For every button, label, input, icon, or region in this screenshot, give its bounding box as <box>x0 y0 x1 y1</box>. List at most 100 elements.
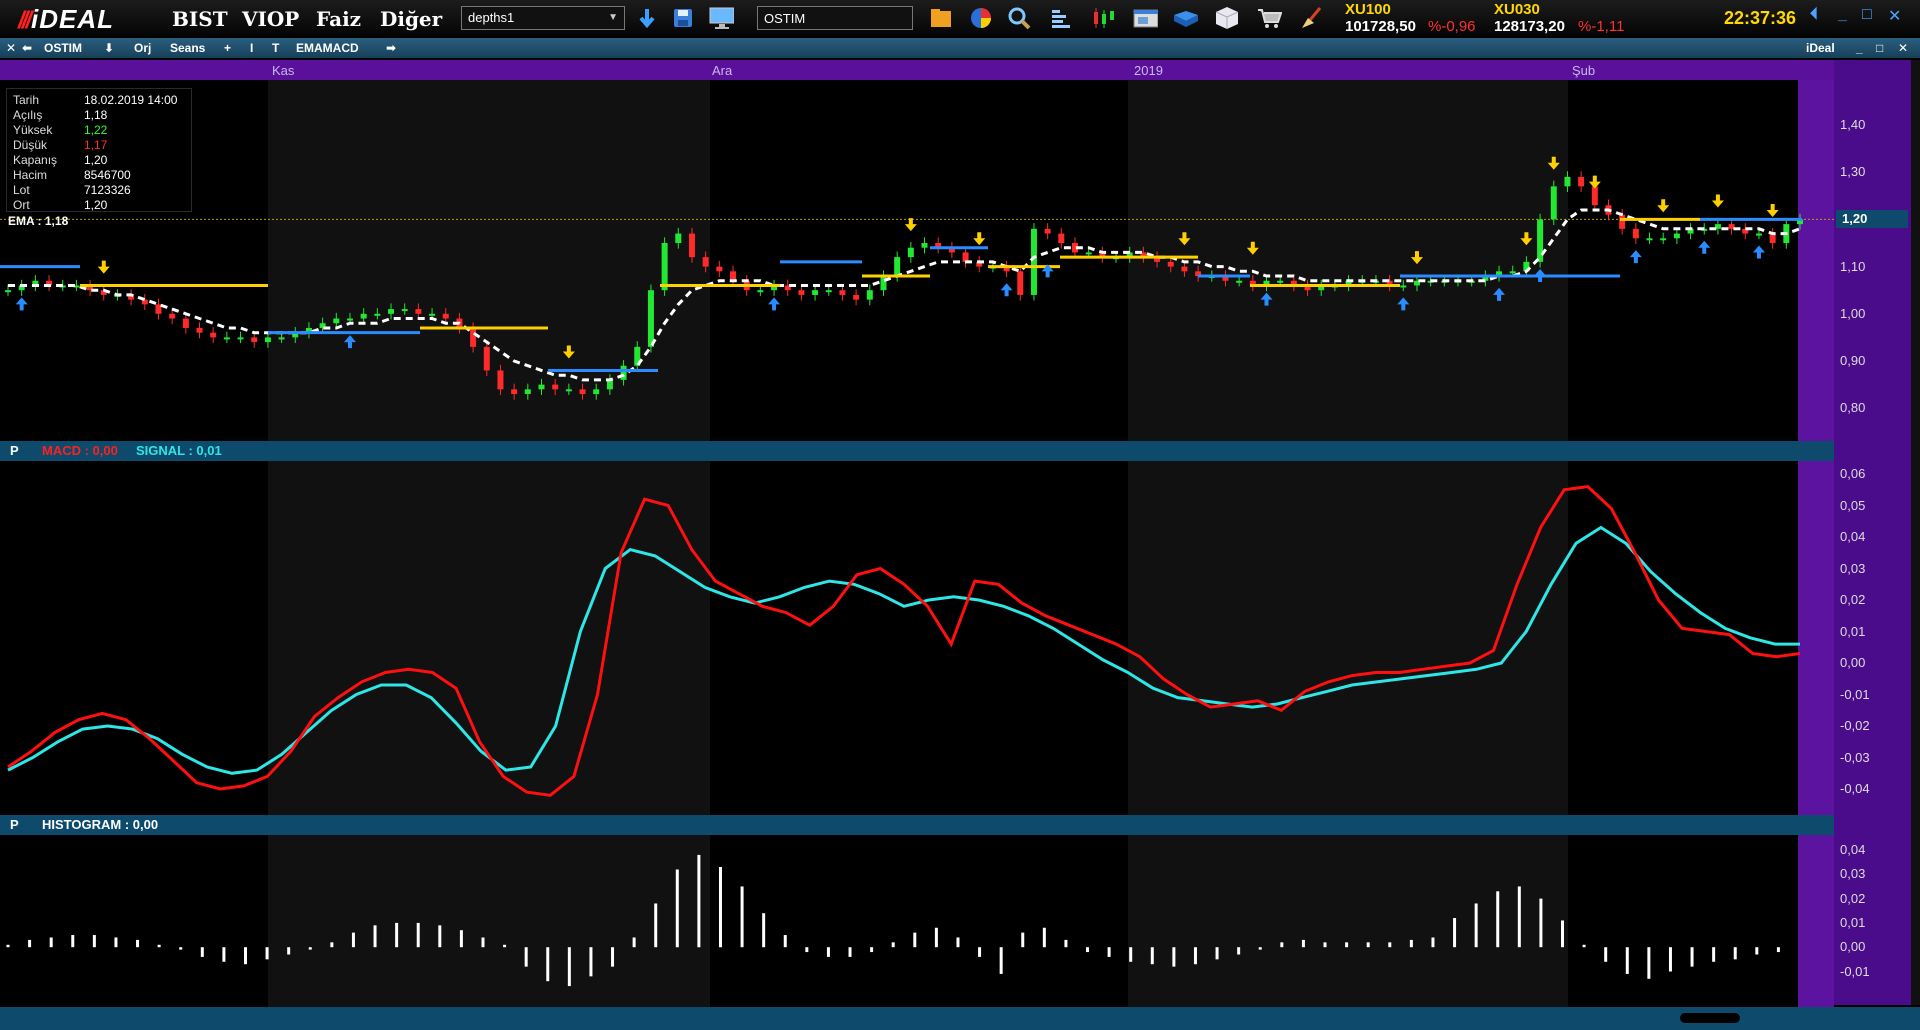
info-value: 1,18 <box>84 108 108 122</box>
candle-body <box>1632 228 1639 239</box>
candle-body <box>1017 271 1024 295</box>
buy-arrow-icon <box>1629 250 1642 264</box>
hist-tick-label: -0,01 <box>1840 963 1870 979</box>
info-key: Kapanış <box>13 153 58 167</box>
candle-body <box>798 290 805 295</box>
candle-body <box>1085 252 1092 255</box>
macd-tick-label: -0,03 <box>1840 749 1870 765</box>
candle-body <box>1400 285 1407 288</box>
candle-body <box>223 337 230 340</box>
hist-tick-label: 0,00 <box>1840 939 1866 955</box>
macd-tick-label: 0,01 <box>1840 623 1866 639</box>
macd-tick-label: 0,00 <box>1840 655 1866 670</box>
info-key: Ort <box>13 198 30 212</box>
candle-body <box>757 290 764 293</box>
candle-body <box>196 327 203 333</box>
buy-arrow-icon <box>15 297 28 311</box>
candle-body <box>921 243 928 248</box>
candle-body <box>401 309 408 312</box>
candle-body <box>278 337 285 340</box>
candle-body <box>620 365 627 380</box>
candle-body <box>346 318 353 321</box>
price-tick-label: 1,30 <box>1840 164 1866 180</box>
buy-arrow-icon <box>1752 245 1765 259</box>
candle-body <box>825 290 832 293</box>
macd-tick-label: 0,03 <box>1840 560 1866 576</box>
info-value: 1,20 <box>84 153 108 167</box>
hist-tick-label: 0,04 <box>1840 842 1866 857</box>
sell-arrow-icon <box>1711 194 1724 208</box>
price-tick-label: 1,10 <box>1840 258 1866 274</box>
candle-body <box>688 233 695 258</box>
price-tick-label: 0,80 <box>1840 400 1866 416</box>
candle-body <box>552 384 559 390</box>
candle-body <box>1673 233 1680 239</box>
price-tick-label: 1,40 <box>1840 117 1866 132</box>
candle-body <box>579 389 586 395</box>
info-key: Lot <box>13 183 30 197</box>
candle-body <box>511 389 518 395</box>
macd-tick-label: -0,01 <box>1840 686 1870 702</box>
info-key: Yüksek <box>13 123 53 137</box>
ema-label: EMA : 1,18 <box>8 214 69 228</box>
sell-arrow-icon <box>904 218 917 232</box>
candle-body <box>429 313 436 316</box>
current-price-badge: 1,20 <box>1836 210 1908 229</box>
info-value: 1,20 <box>84 198 108 212</box>
sell-arrow-icon <box>97 260 110 274</box>
candle-body <box>442 313 449 319</box>
info-value: 1,22 <box>84 123 108 137</box>
sell-arrow-icon <box>1766 203 1779 217</box>
info-value: 8546700 <box>84 168 131 182</box>
candle-body <box>702 257 709 267</box>
macd-tick-label: 0,06 <box>1840 466 1866 481</box>
info-row: Açılış 1,18 <box>13 108 193 123</box>
candle-body <box>470 327 477 347</box>
candle-body <box>812 290 819 295</box>
hist-tick-label: 0,02 <box>1840 890 1866 906</box>
candle-body <box>647 290 654 347</box>
candle-body <box>1030 228 1037 295</box>
candle-body <box>1550 186 1557 220</box>
candle-body <box>1167 261 1174 267</box>
candle-body <box>497 370 504 390</box>
candle-body <box>210 332 217 338</box>
info-key: Düşük <box>13 138 48 152</box>
candle-body <box>716 266 723 272</box>
period-band <box>268 835 710 1007</box>
buy-arrow-icon <box>1000 283 1013 297</box>
buy-arrow-icon <box>768 297 781 311</box>
macd-tick-label: -0,02 <box>1840 718 1870 733</box>
info-row: Kapanış 1,20 <box>13 153 193 168</box>
candle-body <box>1578 176 1585 187</box>
macd-tick-label: -0,04 <box>1840 781 1870 796</box>
period-band <box>1128 461 1568 815</box>
candle-body <box>675 233 682 243</box>
ohlc-info-box: Tarih 18.02.2019 14:00 Açılış 1,18 Yüksek 1,2… <box>6 88 192 212</box>
info-row: Yüksek 1,22 <box>13 123 193 138</box>
candle-body <box>1755 233 1762 236</box>
candle-body <box>264 337 271 343</box>
candle-body <box>1044 228 1051 234</box>
candle-body <box>880 276 887 291</box>
candle-body <box>1646 238 1653 241</box>
candle-body <box>907 247 914 258</box>
candle-body <box>237 337 244 340</box>
candle-body <box>593 389 600 395</box>
info-row: Ort 1,20 <box>13 198 193 213</box>
candle-body <box>360 313 367 319</box>
candle-body <box>853 294 860 300</box>
price-tick-label: 1,00 <box>1840 305 1866 321</box>
info-row: Tarih 18.02.2019 14:00 <box>13 93 193 108</box>
sell-arrow-icon <box>1657 199 1670 213</box>
candle-body <box>333 318 340 324</box>
hist-tick-label: 0,01 <box>1840 914 1866 930</box>
info-row: Lot 7123326 <box>13 183 193 198</box>
candle-body <box>1277 280 1284 283</box>
candle-body <box>1058 233 1065 243</box>
sell-arrow-icon <box>1588 175 1601 189</box>
candle-body <box>894 257 901 277</box>
candle-body <box>1660 238 1667 241</box>
info-value: 18.02.2019 14:00 <box>84 93 178 107</box>
sell-arrow-icon <box>973 232 986 246</box>
